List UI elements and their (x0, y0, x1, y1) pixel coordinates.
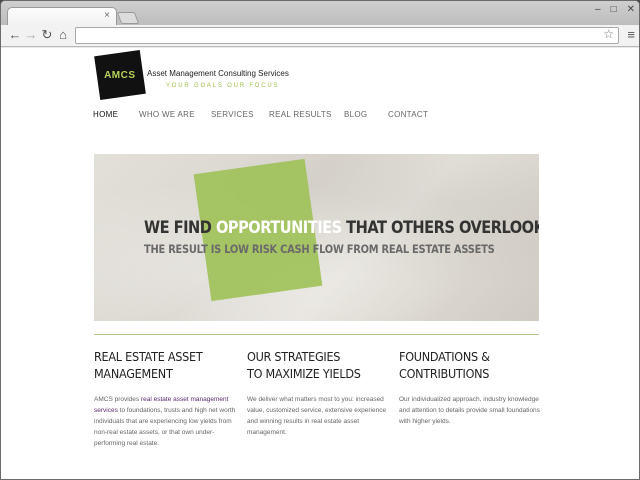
nav-services[interactable]: SERVICES (211, 110, 269, 119)
column-title: OUR STRATEGIES TO MAXIMIZE YIELDS (247, 348, 382, 382)
logo-text: AMCS (104, 69, 136, 81)
hero-subline: THE RESULT IS LOW RISK CASH FLOW FROM RE… (144, 242, 495, 256)
company-name: Asset Management Consulting Services (147, 69, 289, 78)
headline-post: THAT OTHERS OVERLOOK. (341, 218, 539, 238)
tab-strip: × – □ ✕ (1, 1, 639, 26)
section-divider (94, 334, 539, 335)
column-foundations: FOUNDATIONS & CONTRIBUTIONS Our individu… (399, 348, 549, 427)
column-title-line2: TO MAXIMIZE YIELDS (247, 366, 361, 381)
column-title-line2: MANAGEMENT (94, 366, 173, 381)
headline-pre: WE FIND (144, 218, 216, 238)
nav-who-we-are[interactable]: WHO WE ARE (139, 110, 211, 119)
nav-real-results[interactable]: REAL RESULTS (269, 110, 344, 119)
browser-tab[interactable]: × (7, 7, 117, 26)
column-title: FOUNDATIONS & CONTRIBUTIONS (399, 348, 534, 382)
column-text: AMCS provides real estate asset manageme… (94, 394, 244, 449)
headline-highlight: OPPORTUNITIES (215, 218, 342, 238)
reload-icon[interactable]: ↻ (39, 27, 55, 43)
column-title: REAL ESTATE ASSET MANAGEMENT (94, 348, 229, 382)
nav-contact[interactable]: CONTACT (388, 110, 428, 119)
column-title-line1: FOUNDATIONS & (399, 349, 490, 364)
column-strategies: OUR STRATEGIES TO MAXIMIZE YIELDS We del… (247, 348, 397, 438)
tagline: YOUR GOALS OUR FOCUS (166, 83, 280, 89)
browser-window: × – □ ✕ ← → ↻ ⌂ ☆ ≡ AMCS Asset Managemen… (0, 0, 640, 480)
column-text: We deliver what matters most to you: inc… (247, 396, 387, 436)
bookmark-star-icon[interactable]: ☆ (603, 27, 614, 41)
home-icon[interactable]: ⌂ (55, 27, 71, 43)
browser-toolbar: ← → ↻ ⌂ ☆ ≡ (1, 25, 639, 47)
hero-banner: WE FIND OPPORTUNITIES THAT OTHERS OVERLO… (94, 154, 539, 321)
nav-home[interactable]: HOME (93, 110, 139, 119)
column-text-pre: AMCS provides (94, 396, 141, 403)
back-arrow-icon[interactable]: ← (7, 27, 23, 43)
window-controls: – □ ✕ (595, 4, 635, 15)
nav-blog[interactable]: BLOG (344, 110, 388, 119)
column-title-line1: OUR STRATEGIES (247, 349, 341, 364)
address-bar[interactable]: ☆ (75, 27, 619, 44)
forward-arrow-icon[interactable]: → (23, 27, 39, 43)
maximize-icon[interactable]: □ (611, 4, 617, 15)
hero-headline: WE FIND OPPORTUNITIES THAT OTHERS OVERLO… (144, 218, 539, 238)
browser-menu-icon[interactable]: ≡ (627, 27, 635, 42)
main-nav: HOME WHO WE ARE SERVICES REAL RESULTS BL… (93, 110, 428, 119)
minimize-icon[interactable]: – (595, 4, 601, 15)
column-text: Our individualized approach, industry kn… (399, 396, 540, 425)
close-window-icon[interactable]: ✕ (627, 4, 635, 15)
column-title-line2: CONTRIBUTIONS (399, 366, 490, 381)
close-tab-icon[interactable]: × (104, 10, 110, 21)
column-asset-management: REAL ESTATE ASSET MANAGEMENT AMCS provid… (94, 348, 244, 449)
amcs-logo[interactable]: AMCS (94, 50, 146, 100)
web-page: AMCS Asset Management Consulting Service… (1, 48, 639, 479)
column-title-line1: REAL ESTATE ASSET (94, 349, 203, 364)
new-tab-button[interactable] (116, 12, 140, 24)
